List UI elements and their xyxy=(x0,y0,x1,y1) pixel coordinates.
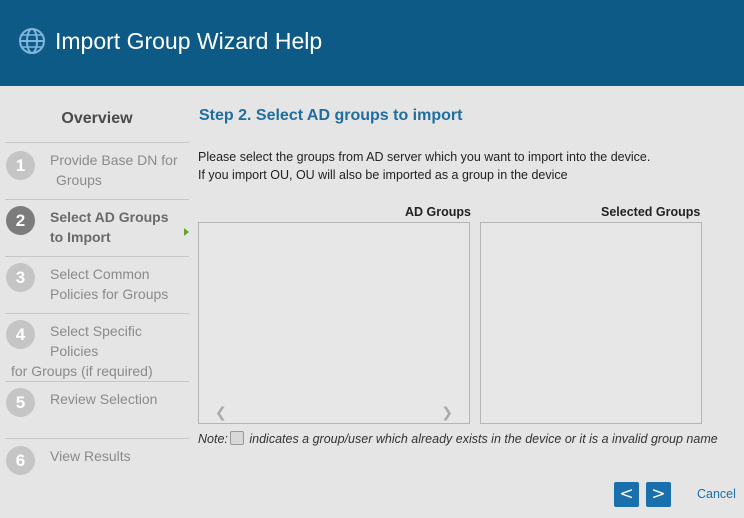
step-title: Step 2. Select AD groups to import xyxy=(199,107,463,124)
checkbox-icon xyxy=(229,431,244,445)
ad-groups-list[interactable]: ❮ ❯ xyxy=(198,222,470,424)
divider xyxy=(5,199,189,200)
step-label-4: Select Specific Policies xyxy=(50,321,142,361)
note-prefix: Note: xyxy=(198,432,228,446)
step-label-line: Select Common xyxy=(50,266,150,282)
step-label-4-extra: for Groups (if required) xyxy=(11,363,153,379)
wizard-steps-sidebar: Overview 1 Provide Base DN for Groups 2 … xyxy=(0,86,190,518)
ad-groups-label: AD Groups xyxy=(405,205,471,219)
description-line: Please select the groups from AD server … xyxy=(198,150,651,164)
divider xyxy=(5,256,189,257)
step-label-1: Provide Base DN for Groups xyxy=(50,150,178,190)
window-title: Import Group Wizard Help xyxy=(55,28,323,54)
divider xyxy=(5,142,189,143)
step-label-5: Review Selection xyxy=(50,391,158,407)
divider xyxy=(5,313,189,314)
scroll-right-icon[interactable]: ❯ xyxy=(441,405,453,419)
overview-heading: Overview xyxy=(61,110,133,127)
step-description: Please select the groups from AD server … xyxy=(198,148,650,184)
step-number-1: 1 xyxy=(6,151,35,180)
divider xyxy=(5,438,189,439)
step-number-6: 6 xyxy=(6,446,35,475)
step-label-line: Select Specific xyxy=(50,323,142,339)
step-label-line: Policies xyxy=(50,343,99,359)
scroll-left-icon[interactable]: ❮ xyxy=(215,405,227,419)
active-step-arrow-icon xyxy=(184,228,189,236)
step-number-2: 2 xyxy=(6,206,35,235)
step-label-line: Select AD Groups xyxy=(50,209,169,225)
next-button[interactable]: > xyxy=(646,482,671,507)
cancel-link[interactable]: Cancel xyxy=(697,487,736,501)
previous-button[interactable]: < xyxy=(614,482,639,507)
step-label-line: to Import xyxy=(50,229,111,245)
step-number-3: 3 xyxy=(6,263,35,292)
step-label-line: Policies for Groups xyxy=(50,286,169,302)
title-bar: Import Group Wizard Help xyxy=(0,0,744,86)
globe-icon xyxy=(19,28,45,54)
wizard-main-panel: Step 2. Select AD groups to import Pleas… xyxy=(190,86,744,518)
step-label-6: View Results xyxy=(50,448,131,464)
step-number-5: 5 xyxy=(6,388,35,417)
selected-groups-label: Selected Groups xyxy=(601,205,701,219)
divider xyxy=(5,381,189,382)
note-body: indicates a group/user which already exi… xyxy=(249,432,718,446)
step-label-2: Select AD Groups to Import xyxy=(50,207,169,247)
step-label-3: Select Common Policies for Groups xyxy=(50,264,168,304)
description-line: If you import OU, OU will also be import… xyxy=(198,168,568,182)
note-text: Note: indicates a group/user which alrea… xyxy=(198,430,718,448)
step-number-4: 4 xyxy=(6,320,35,349)
step-label-line: Provide Base DN for xyxy=(50,152,178,168)
step-label-line: Groups xyxy=(56,172,102,188)
selected-groups-list[interactable] xyxy=(480,222,702,424)
